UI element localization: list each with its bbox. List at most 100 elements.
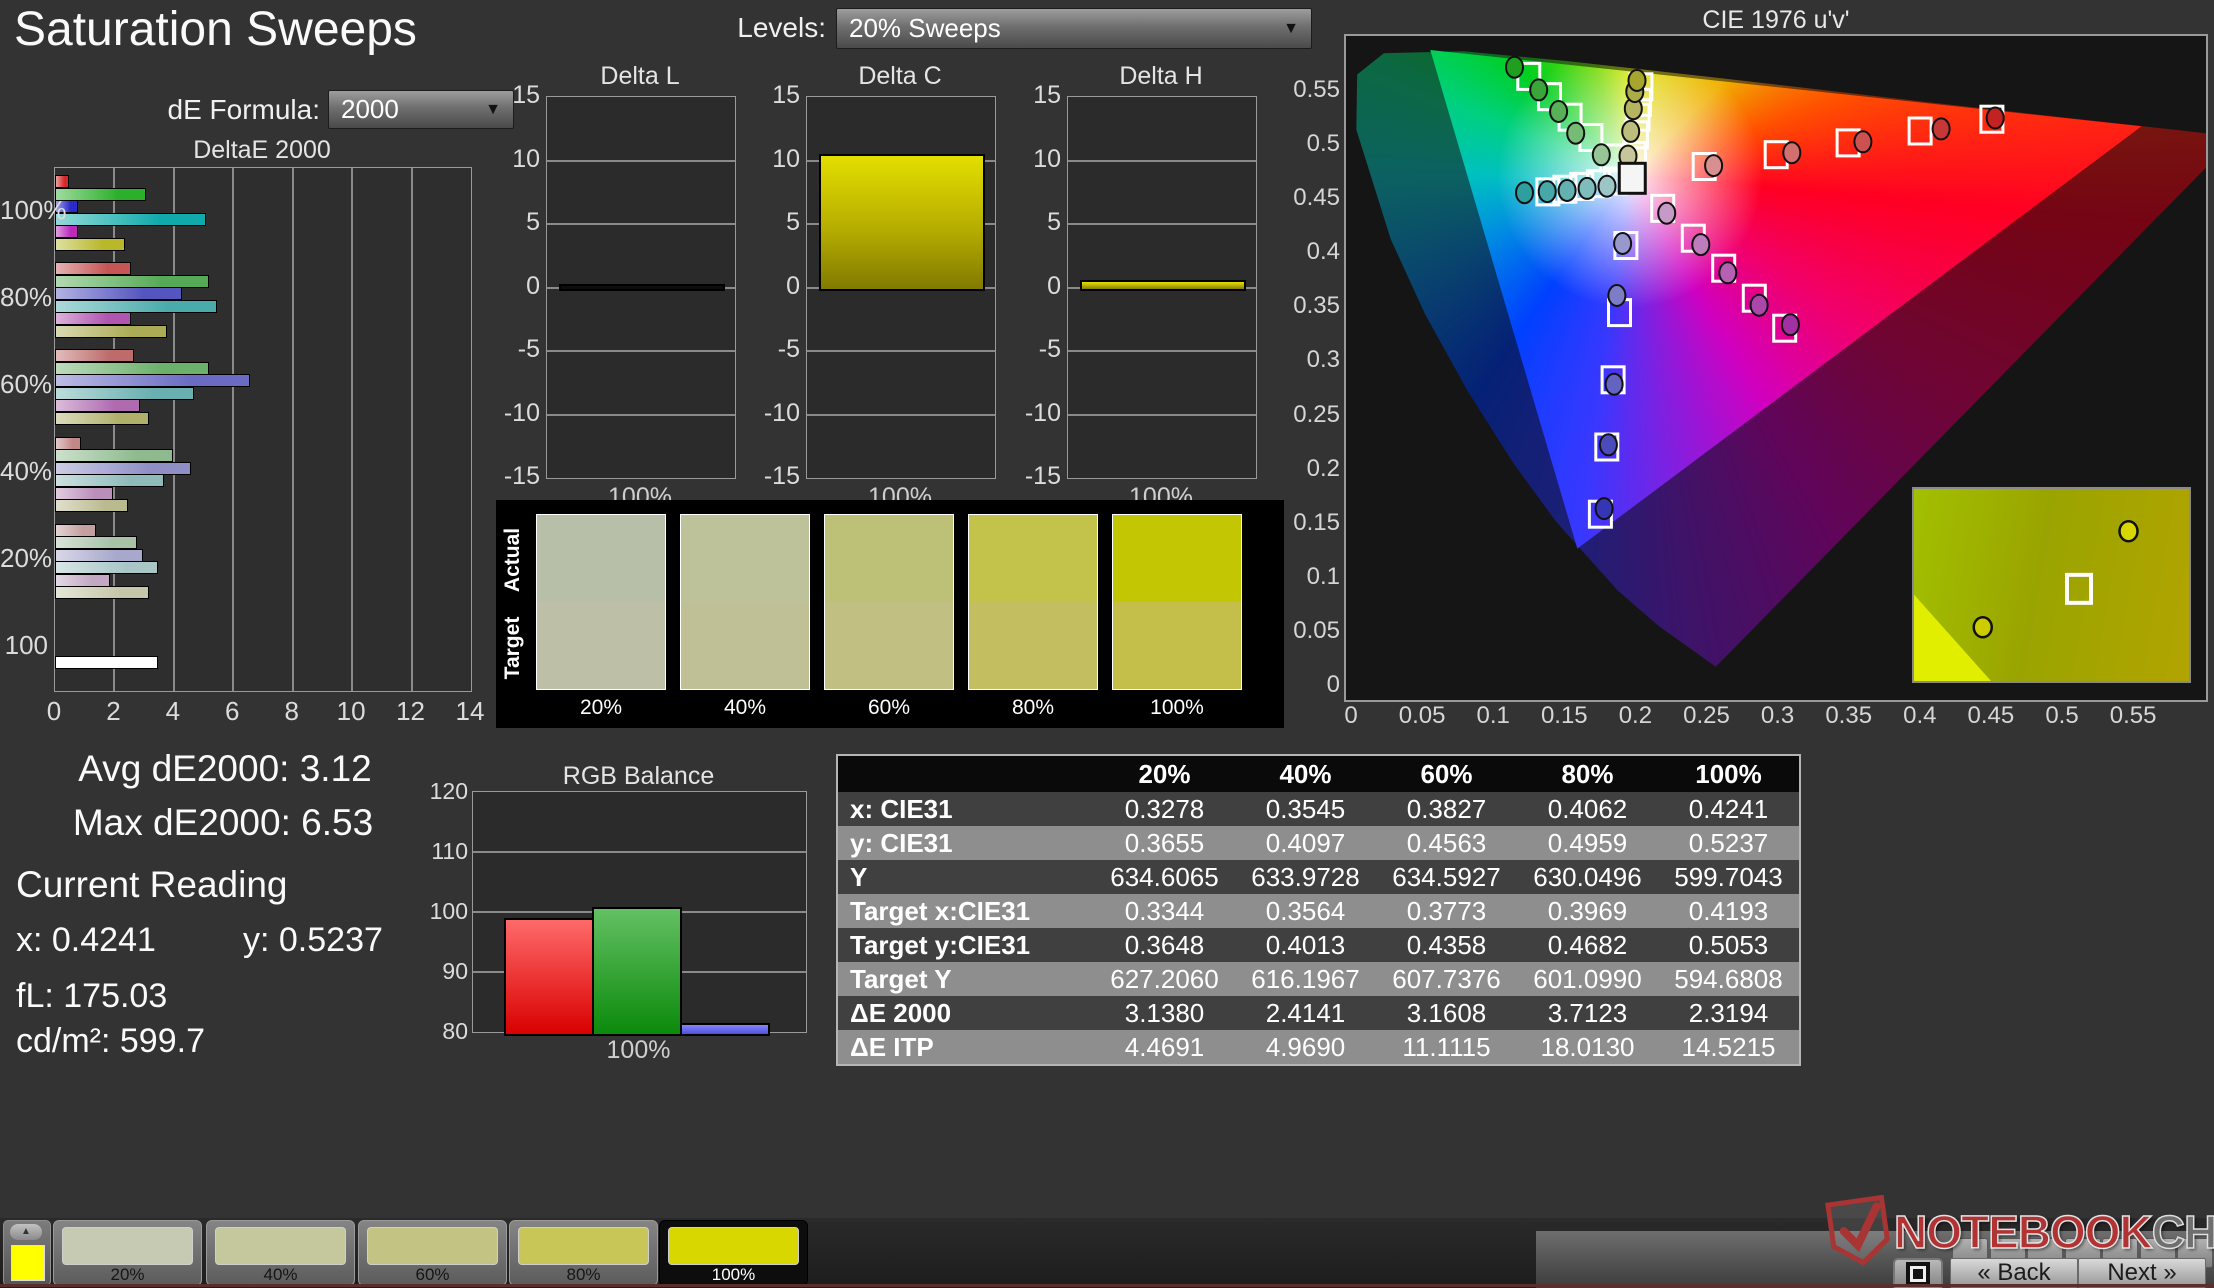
x-tick-label: 0.2: [1600, 702, 1670, 730]
de-bar: [55, 487, 113, 500]
gridline: [1068, 160, 1256, 162]
up-arrow-icon[interactable]: ▲: [10, 1224, 42, 1240]
notebookcheck-shield-icon: [1824, 1195, 1894, 1269]
actual-swatch: [681, 515, 809, 602]
max-de2000-value: Max dE2000: 6.53: [58, 802, 388, 844]
table-row: Y634.6065633.9728634.5927630.0496599.704…: [838, 860, 1799, 894]
column-header: 40%: [1235, 759, 1376, 790]
de-bar: [55, 275, 209, 288]
delta_l-plot: [546, 96, 736, 479]
delta_h-title: Delta H: [1067, 62, 1255, 91]
target-swatch: [1113, 602, 1241, 689]
rgb-bar-g: [592, 907, 682, 1036]
y-tick-label: 0: [1017, 272, 1061, 301]
de-bar: [55, 586, 149, 599]
deltae-chart-title: DeltaE 2000: [54, 136, 470, 165]
y-tick-label: 0.2: [1286, 455, 1340, 483]
y-tick-label: -5: [496, 335, 540, 364]
cell-value: 0.4563: [1376, 828, 1517, 859]
row-label: Y: [838, 862, 1094, 893]
rgb-balance-xlabel: 100%: [472, 1036, 805, 1065]
gridline: [411, 168, 413, 691]
row-label: Target Y: [838, 964, 1094, 995]
column-header: 60%: [1376, 759, 1517, 790]
de-bar: [55, 561, 158, 574]
x-tick-label: 0.35: [1814, 702, 1884, 730]
y-tick-label: -15: [496, 462, 540, 491]
cell-value: 599.7043: [1658, 862, 1799, 893]
patch-tile-label: 60%: [359, 1265, 506, 1285]
actual-row-label: Actual: [501, 515, 525, 605]
x-tick-label: 0.55: [2098, 702, 2168, 730]
cie-chart-title: CIE 1976 u'v': [1346, 6, 2206, 35]
cell-value: 3.7123: [1517, 998, 1658, 1029]
patch-tile-label: 100%: [660, 1265, 807, 1285]
cell-value: 0.3545: [1235, 794, 1376, 825]
cell-value: 2.3194: [1658, 998, 1799, 1029]
table-row: ΔE ITP4.46914.969011.111518.013014.5215: [838, 1030, 1799, 1064]
y-tick-label: -15: [1017, 462, 1061, 491]
x-tick-label: 6: [212, 696, 252, 727]
de-bar: [55, 287, 182, 300]
cell-value: 634.5927: [1376, 862, 1517, 893]
y-tick-label: -15: [756, 462, 800, 491]
current-x-value: x: 0.4241: [16, 921, 156, 960]
group-label: 20%: [0, 543, 48, 574]
de-bar: [55, 349, 134, 362]
actual-swatch: [537, 515, 665, 602]
cell-value: 0.4193: [1658, 896, 1799, 927]
patch-tile-label: 20%: [54, 1265, 201, 1285]
row-label: Target x:CIE31: [838, 896, 1094, 927]
cell-value: 0.3648: [1094, 930, 1235, 961]
rgb-balance-title: RGB Balance: [472, 762, 805, 791]
de-formula-label: dE Formula:: [120, 94, 320, 126]
cell-value: 633.9728: [1235, 862, 1376, 893]
gridline: [547, 414, 735, 416]
x-tick-label: 0.1: [1458, 702, 1528, 730]
swatch-pair: [968, 514, 1098, 690]
patch-mini-tile[interactable]: ▲: [3, 1220, 51, 1286]
x-tick-label: 0: [34, 696, 74, 727]
y-tick-label: 0: [1286, 671, 1340, 699]
row-label: Target y:CIE31: [838, 930, 1094, 961]
group-label: 60%: [0, 369, 48, 400]
cell-value: 0.4013: [1235, 930, 1376, 961]
swatch-column: 20%: [536, 514, 666, 690]
cell-value: 0.4959: [1517, 828, 1658, 859]
patch-tile-40%[interactable]: 40%: [206, 1220, 355, 1286]
target-swatch: [825, 602, 953, 689]
patch-tile-20%[interactable]: 20%: [53, 1220, 202, 1286]
x-tick-label: 14: [450, 696, 490, 727]
gridline: [547, 223, 735, 225]
cell-value: 0.5237: [1658, 828, 1799, 859]
x-tick-label: 8: [272, 696, 312, 727]
measurement-table: 20%40%60%80%100%x: CIE310.32780.35450.38…: [836, 754, 1801, 1066]
gridline: [547, 350, 735, 352]
y-tick-label: 5: [496, 208, 540, 237]
chevron-down-icon: ▼: [1283, 20, 1299, 38]
y-tick-label: 0: [496, 272, 540, 301]
x-tick-label: 0.05: [1387, 702, 1457, 730]
levels-dropdown[interactable]: 20% Sweeps ▼: [836, 8, 1312, 49]
swatch-column: 60%: [824, 514, 954, 690]
de-bar: [55, 449, 173, 462]
patch-tile-100%[interactable]: 100%: [659, 1220, 808, 1286]
table-header-row: 20%40%60%80%100%: [838, 756, 1799, 792]
patch-tile-60%[interactable]: 60%: [358, 1220, 507, 1286]
de-formula-dropdown[interactable]: 2000 ▼: [328, 90, 514, 129]
patch-tile-80%[interactable]: 80%: [509, 1220, 658, 1286]
table-row: ΔE 20003.13802.41413.16083.71232.3194: [838, 996, 1799, 1030]
patch-tile-label: 80%: [510, 1265, 657, 1285]
de-bar: [55, 474, 164, 487]
gridline: [1068, 223, 1256, 225]
rgb-balance-plot: [472, 791, 807, 1033]
cie-zoom-inset: [1912, 487, 2191, 683]
x-tick-label: 2: [93, 696, 133, 727]
y-tick-label: 90: [424, 958, 468, 985]
row-label: ΔE ITP: [838, 1032, 1094, 1063]
y-tick-label: -10: [496, 399, 540, 428]
y-tick-label: 80: [424, 1018, 468, 1045]
delta_c-title: Delta C: [806, 62, 994, 91]
column-header: 100%: [1658, 759, 1799, 790]
y-tick-label: 0.5: [1286, 130, 1340, 158]
